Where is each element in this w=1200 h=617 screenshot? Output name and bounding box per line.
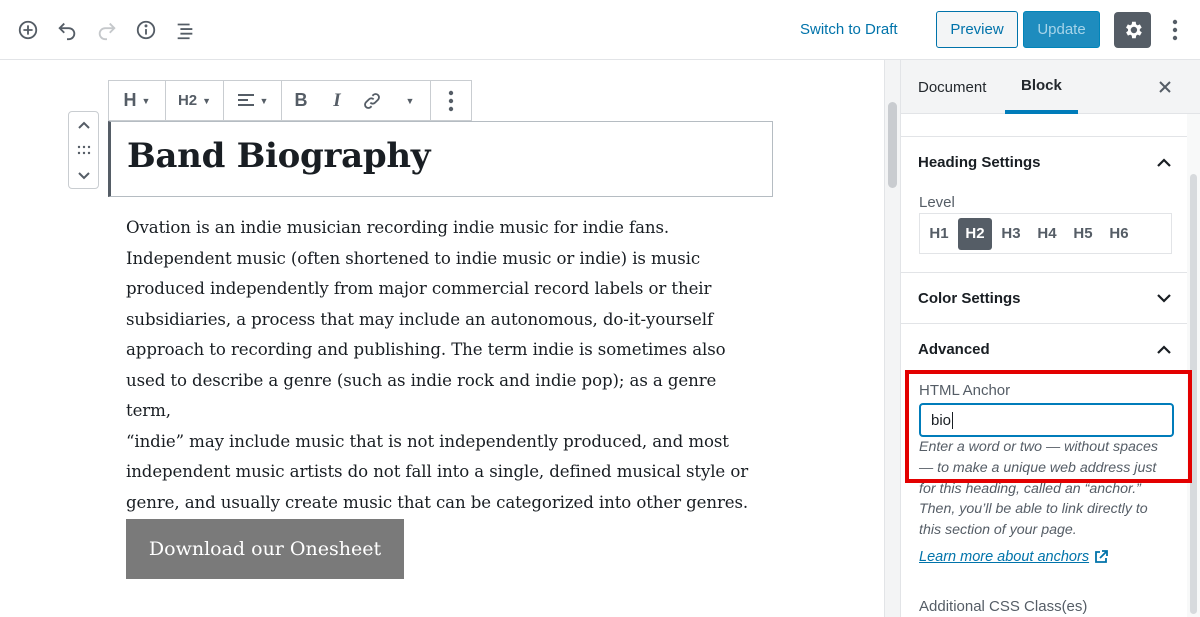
block-toolbar: H ▼ H2 ▼ ▼ B I ▼ — [108, 80, 472, 121]
paragraph-line: used to describe a genre (such as indie … — [126, 370, 717, 421]
caret-down-icon: ▼ — [259, 95, 269, 106]
anchor-help-text: Enter a word or two — without spaces — t… — [919, 437, 1177, 541]
learn-more-anchors-link[interactable]: Learn more about anchors — [919, 549, 1108, 565]
more-vertical-icon[interactable] — [1163, 14, 1187, 46]
block-type-group: H ▼ — [109, 81, 166, 120]
drag-handle-icon — [77, 145, 90, 155]
bold-button[interactable]: B — [282, 81, 320, 120]
paragraph-line: produced independently from major commer… — [126, 279, 712, 298]
level-h1-button[interactable]: H1 — [922, 218, 956, 250]
switch-to-draft-link[interactable]: Switch to Draft — [800, 18, 898, 42]
divider — [901, 323, 1200, 324]
sidebar-tabs: Document Block — [901, 60, 1200, 114]
sidebar-scrollbar[interactable] — [1187, 114, 1200, 617]
settings-sidebar: Document Block Heading Settings Level H1… — [900, 60, 1200, 617]
close-icon[interactable] — [1155, 77, 1175, 97]
paragraph-line: independent music artists do not fall in… — [126, 462, 749, 481]
help-line: this section of your page. — [919, 522, 1077, 539]
paragraph-line: “indie” may include music that is not in… — [126, 431, 729, 451]
more-options-group — [431, 81, 471, 120]
block-type-label: H — [123, 90, 137, 110]
chevron-down-icon — [77, 172, 90, 180]
help-line: Then, you’ll be able to link directly to — [919, 501, 1148, 518]
level-h6-button[interactable]: H6 — [1102, 218, 1136, 250]
level-h2-button[interactable]: H2 — [958, 217, 992, 250]
heading-settings-toggle[interactable]: Heading Settings — [918, 154, 1041, 171]
heading-level-dropdown[interactable]: H2 ▼ — [166, 81, 223, 120]
help-line: Enter a word or two — without spaces — [919, 439, 1158, 455]
help-line: — to make a unique web address just — [919, 459, 1157, 476]
color-settings-toggle[interactable]: Color Settings — [918, 290, 1021, 307]
html-anchor-value: bio — [931, 411, 952, 429]
align-left-icon — [237, 93, 254, 106]
caret-down-icon: ▼ — [405, 95, 415, 106]
redo-icon[interactable] — [90, 13, 124, 47]
undo-icon[interactable] — [50, 13, 84, 47]
formatting-group: B I ▼ — [282, 81, 431, 120]
divider — [901, 136, 1200, 137]
paragraph-block[interactable]: Ovation is an indie musician recording i… — [126, 213, 766, 518]
block-switcher-button[interactable]: H ▼ — [109, 81, 165, 120]
external-link-icon — [1095, 550, 1108, 563]
italic-button[interactable]: I — [320, 81, 354, 120]
level-h4-button[interactable]: H4 — [1030, 218, 1064, 250]
heading-level-label: H2 — [177, 92, 198, 109]
move-down-button[interactable] — [69, 164, 98, 188]
tab-block[interactable]: Block — [1005, 60, 1078, 114]
sidebar-scrollbar-thumb[interactable] — [1190, 174, 1197, 614]
level-h5-button[interactable]: H5 — [1066, 218, 1100, 250]
html-anchor-input[interactable]: bio — [919, 403, 1174, 437]
editor-scrollbar[interactable] — [884, 60, 900, 617]
move-up-button[interactable] — [69, 113, 98, 137]
alignment-group: ▼ — [224, 81, 282, 120]
chevron-up-icon — [77, 121, 90, 129]
block-mover — [68, 111, 99, 189]
tab-document[interactable]: Document — [918, 60, 986, 114]
link-button[interactable] — [354, 81, 390, 120]
paragraph-line: subsidiaries, a process that may include… — [126, 309, 714, 329]
heading-level-group: H2 ▼ — [166, 81, 224, 120]
paragraph-line: genre, and usually create music that can… — [126, 492, 749, 512]
additional-css-label: Additional CSS Class(es) — [919, 598, 1088, 615]
settings-button[interactable] — [1114, 12, 1151, 48]
text-cursor — [952, 411, 954, 429]
preview-button[interactable]: Preview — [936, 11, 1018, 48]
more-vertical-icon[interactable] — [431, 81, 471, 120]
chevron-up-icon[interactable] — [1155, 340, 1173, 358]
info-icon[interactable] — [129, 13, 163, 47]
paragraph-line: approach to recording and publishing. Th… — [126, 340, 726, 359]
heading-level-selector: H1 H2 H3 H4 H5 H6 — [919, 213, 1172, 254]
chevron-up-icon[interactable] — [1155, 153, 1173, 171]
editor-header: Switch to Draft Preview Update — [0, 0, 1200, 60]
level-h3-button[interactable]: H3 — [994, 218, 1028, 250]
drag-handle[interactable] — [69, 138, 98, 162]
add-block-icon[interactable] — [11, 13, 45, 47]
update-button[interactable]: Update — [1023, 11, 1100, 48]
paragraph-line: Ovation is an indie musician recording i… — [126, 218, 670, 237]
advanced-toggle[interactable]: Advanced — [918, 341, 990, 358]
editor-scrollbar-thumb[interactable] — [888, 102, 897, 188]
level-label: Level — [919, 194, 955, 211]
heading-text[interactable]: Band Biography — [127, 136, 431, 176]
more-formats-dropdown[interactable]: ▼ — [390, 81, 430, 120]
chevron-down-icon[interactable] — [1155, 289, 1173, 307]
learn-more-label: Learn more about anchors — [919, 549, 1090, 565]
help-line: for this heading, called an “anchor.” — [919, 480, 1141, 497]
divider — [901, 272, 1200, 273]
download-onesheet-button[interactable]: Download our Onesheet — [126, 519, 404, 579]
html-anchor-label: HTML Anchor — [919, 382, 1011, 399]
paragraph-line: Independent music (often shortened to in… — [126, 248, 701, 268]
link-icon — [364, 92, 380, 109]
outline-icon[interactable] — [168, 13, 202, 47]
align-dropdown[interactable]: ▼ — [224, 81, 281, 120]
caret-down-icon: ▼ — [141, 95, 151, 106]
gear-icon — [1125, 21, 1142, 39]
caret-down-icon: ▼ — [202, 95, 212, 106]
heading-block[interactable]: Band Biography — [108, 121, 773, 197]
